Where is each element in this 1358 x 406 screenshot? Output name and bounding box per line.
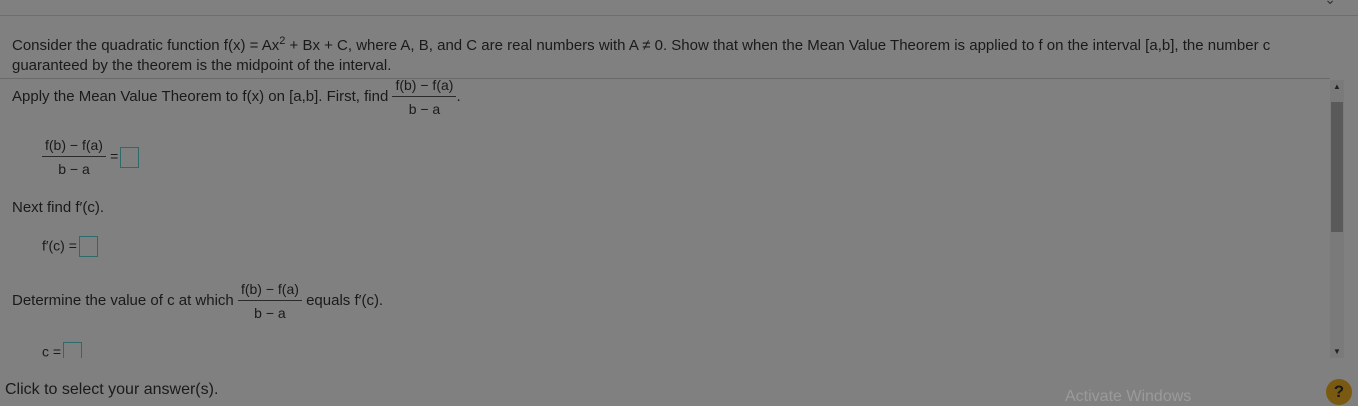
step3-tail: equals f′(c). bbox=[306, 291, 384, 309]
work-area: Apply the Mean Value Theorem to f(x) on … bbox=[0, 80, 1330, 358]
divider bbox=[0, 78, 1330, 79]
step1-fraction: f(b) − f(a) b − a bbox=[392, 80, 457, 118]
fraction-denominator: b − a bbox=[58, 161, 90, 177]
activate-windows-watermark: Activate Windows bbox=[1065, 388, 1192, 405]
step2-answer-line: f′(c) = bbox=[42, 236, 98, 257]
answer-box-fprime[interactable] bbox=[78, 236, 98, 257]
step1-line: Apply the Mean Value Theorem to f(x) on … bbox=[12, 80, 461, 118]
fprime-label: f′(c) = bbox=[42, 237, 77, 254]
step3-line: Determine the value of c at which f(b) −… bbox=[12, 280, 383, 322]
step3-answer-line: c = bbox=[42, 342, 83, 358]
answer-fraction: f(b) − f(a) b − a bbox=[42, 136, 106, 178]
scrollbar-thumb[interactable] bbox=[1331, 102, 1343, 232]
step1-text: Apply the Mean Value Theorem to f(x) on … bbox=[12, 87, 389, 105]
c-label: c = bbox=[42, 343, 62, 358]
fraction-denominator: b − a bbox=[408, 101, 441, 117]
question-part1: Consider the quadratic function f(x) = A… bbox=[12, 37, 280, 54]
question-text: Consider the quadratic function f(x) = A… bbox=[12, 31, 1332, 76]
step2-line: Next find f′(c). bbox=[12, 199, 104, 216]
step2-text: Next find f′(c). bbox=[12, 199, 104, 216]
help-icon[interactable]: ? bbox=[1326, 379, 1352, 405]
vertical-scrollbar[interactable]: ▲ ▼ bbox=[1330, 80, 1344, 358]
step3-text: Determine the value of c at which bbox=[12, 291, 234, 309]
chevron-down-icon[interactable]: ⌄ bbox=[1324, 0, 1336, 8]
step1-period: . bbox=[456, 87, 461, 105]
answer-box-difference-quotient[interactable] bbox=[120, 146, 140, 168]
fraction-numerator: f(b) − f(a) bbox=[392, 80, 457, 97]
footer-hint: Click to select your answer(s). bbox=[5, 381, 219, 398]
step3-fraction: f(b) − f(a) b − a bbox=[237, 280, 302, 322]
fraction-denominator: b − a bbox=[254, 305, 286, 321]
answer-box-c[interactable] bbox=[63, 342, 83, 358]
triangle-up-icon[interactable]: ▲ bbox=[1333, 82, 1341, 91]
equals-sign: = bbox=[110, 147, 119, 164]
triangle-down-icon[interactable]: ▼ bbox=[1333, 347, 1341, 356]
top-bar: ⌄ bbox=[0, 0, 1358, 16]
step1-answer-line: f(b) − f(a) b − a = bbox=[42, 136, 140, 178]
fraction-numerator: f(b) − f(a) bbox=[42, 136, 106, 157]
fraction-numerator: f(b) − f(a) bbox=[237, 280, 302, 301]
